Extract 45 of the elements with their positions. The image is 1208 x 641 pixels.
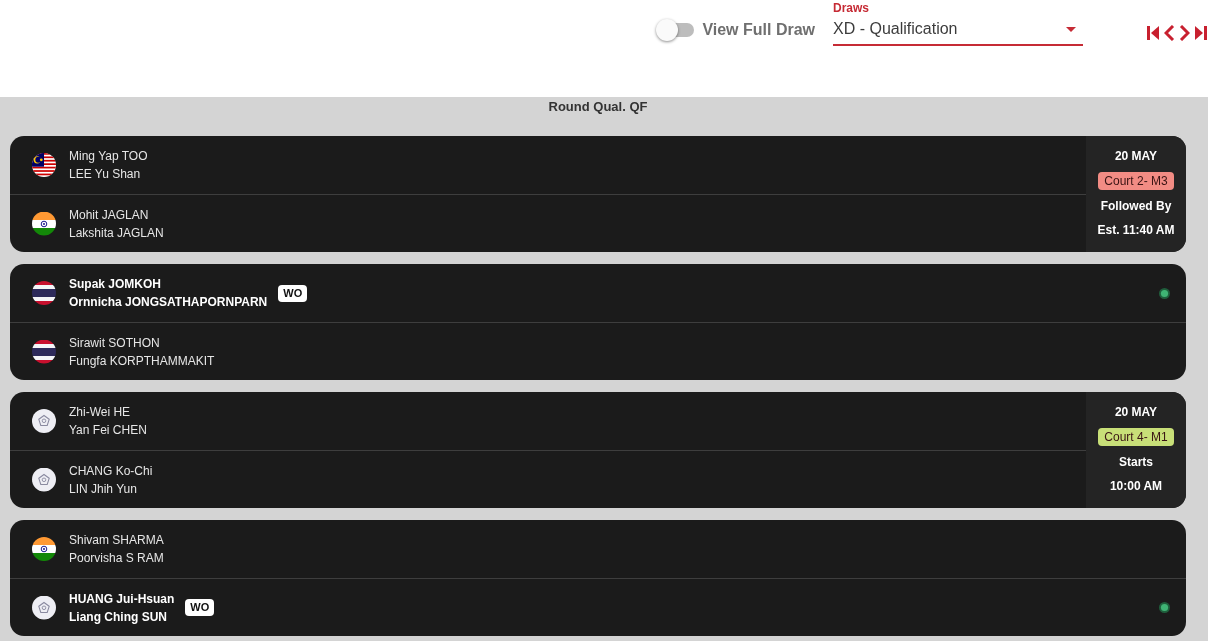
draws-label: Draws — [833, 1, 871, 15]
round-title: Round Qual. QF — [547, 99, 649, 115]
player-name: LEE Yu Shan — [69, 166, 142, 183]
player-name: Lakshita JAGLAN — [69, 224, 164, 242]
draws-value: XD - Qualification — [833, 19, 958, 39]
schedule-label: Starts — [1119, 454, 1153, 470]
player-name: Ming Yap TOO — [69, 148, 148, 165]
player-name: Mohit JAGLAN — [69, 206, 150, 224]
pentagon-emblem-icon — [32, 467, 56, 492]
draws-select[interactable]: Draws XD - Qualification — [833, 0, 1083, 46]
view-full-draw-label: View Full Draw — [702, 21, 815, 39]
first-page-icon[interactable] — [1147, 25, 1160, 41]
court-tag: Court 2- M3 — [1098, 172, 1174, 190]
last-page-icon[interactable] — [1194, 25, 1207, 41]
player-name: CHANG Ko-Chi — [69, 462, 153, 480]
pentagon-emblem-icon — [32, 409, 56, 433]
player-name: Zhi-Wei HE — [69, 404, 132, 421]
player-name: Yan Fei CHEN — [69, 422, 147, 439]
view-full-draw-toggle[interactable] — [656, 19, 695, 41]
player-name: Ornnicha JONGSATHAPORNPARN — [69, 294, 268, 311]
striped-flag-icon — [32, 339, 56, 364]
player-name: LIN Jhih Yun — [69, 480, 138, 498]
next-icon[interactable] — [1179, 25, 1190, 41]
match-date: 20 MAY — [1114, 148, 1158, 164]
player-name: Sirawit SOTHON — [69, 334, 161, 352]
player-name: Supak JOMKOH — [69, 276, 162, 293]
walkover-tag: WO — [278, 284, 308, 302]
pentagon-emblem-icon — [32, 595, 56, 620]
striped-flag-icon — [32, 153, 56, 177]
tricolour-flag-icon — [32, 211, 56, 236]
player-name: Shivam SHARMA — [69, 532, 164, 549]
tricolour-flag-icon — [32, 537, 56, 561]
match-time: 10:00 AM — [1109, 478, 1163, 494]
match-date: 20 MAY — [1114, 404, 1158, 420]
caret-icon — [1066, 26, 1076, 32]
player-name: Fungfa KORPTHAMMAKIT — [69, 352, 215, 370]
striped-flag-icon — [32, 281, 56, 305]
schedule-label: Followed By — [1100, 198, 1172, 214]
player-name: HUANG Jui-Hsuan — [69, 590, 175, 608]
player-name: Poorvisha S RAM — [69, 550, 164, 567]
match-time: Est. 11:40 AM — [1097, 222, 1175, 238]
previous-icon[interactable] — [1164, 25, 1175, 41]
court-tag: Court 4- M1 — [1098, 428, 1174, 446]
player-name: Liang Ching SUN — [69, 608, 168, 626]
walkover-tag: WO — [185, 599, 215, 616]
